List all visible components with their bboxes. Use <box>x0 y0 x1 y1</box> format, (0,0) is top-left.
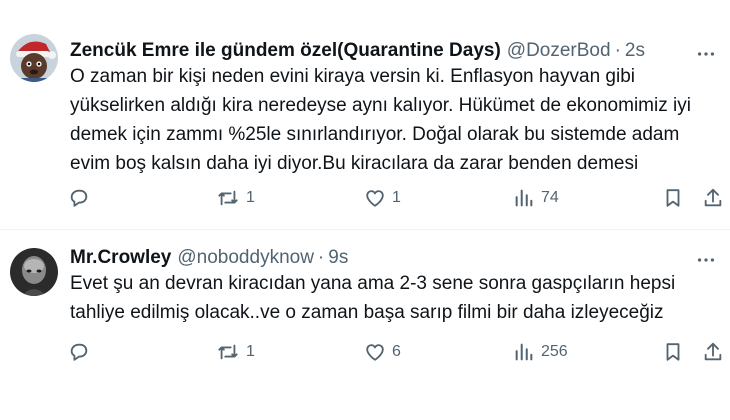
tweet-text: Evet şu an devran kiracıdan yana ama 2-3… <box>70 269 706 327</box>
author-name[interactable]: Zencük Emre ile gündem özel(Quarantine D… <box>70 39 501 63</box>
timestamp[interactable]: 2s <box>625 39 645 63</box>
tweet-header: Zencük Emre ile gündem özel(Quarantine D… <box>70 39 670 63</box>
like-button[interactable]: 6 <box>364 338 401 366</box>
reply-button[interactable] <box>68 184 90 212</box>
retweet-count: 1 <box>246 343 255 360</box>
retweet-icon <box>218 190 238 206</box>
tweet-text-line: evim boş kalsın daha iyi diyor.Bu kiracı… <box>70 153 639 174</box>
tweet-text-line: yükselirken aldığı kira neredeyse aynı k… <box>70 95 691 116</box>
tweet-feed: Zencük Emre ile gündem özel(Quarantine D… <box>0 0 730 420</box>
heart-icon <box>366 190 384 207</box>
retweet-count: 1 <box>246 189 255 206</box>
share-button[interactable] <box>702 338 724 366</box>
tweet-text-line: tahliye edilmiş olacak..ve o zaman başa … <box>70 302 664 323</box>
action-bar: 1 1 74 <box>0 184 730 212</box>
retweet-button[interactable]: 1 <box>216 338 255 366</box>
author-handle[interactable]: @DozerBod <box>507 39 611 63</box>
tweet-header: Mr.Crowley @noboddyknow · 9s <box>70 246 670 270</box>
views-button[interactable]: 256 <box>513 338 568 366</box>
bookmark-icon <box>666 189 680 207</box>
tweet-text-line: O zaman bir kişi neden evini kiraya vers… <box>70 66 635 87</box>
view-count: 256 <box>541 343 568 360</box>
reply-bubble-icon <box>70 343 88 361</box>
like-count: 6 <box>392 343 401 360</box>
avatar[interactable] <box>10 248 58 296</box>
tweet-text-line: demek için zammı %25le sınırlandırıyor. … <box>70 124 680 145</box>
tweet-text: O zaman bir kişi neden evini kiraya vers… <box>70 62 706 178</box>
share-button[interactable] <box>702 184 724 212</box>
separator: · <box>317 247 325 268</box>
heart-icon <box>366 344 384 361</box>
view-count: 74 <box>541 189 559 206</box>
author-handle[interactable]: @noboddyknow <box>177 246 314 270</box>
timestamp[interactable]: 9s <box>328 246 348 270</box>
avatar[interactable] <box>10 34 58 82</box>
views-bars-icon <box>515 189 533 207</box>
action-bar: 1 6 256 <box>0 338 730 366</box>
bookmark-button[interactable] <box>662 184 684 212</box>
share-icon <box>704 188 722 207</box>
bookmark-icon <box>666 343 680 361</box>
reply-button[interactable] <box>68 338 90 366</box>
tweet-text-line: Evet şu an devran kiracıdan yana ama 2-3… <box>70 273 676 294</box>
retweet-button[interactable]: 1 <box>216 184 255 212</box>
like-button[interactable]: 1 <box>364 184 401 212</box>
bookmark-button[interactable] <box>662 338 684 366</box>
views-button[interactable]: 74 <box>513 184 559 212</box>
separator: · <box>614 40 621 61</box>
share-icon <box>704 342 722 361</box>
reply-bubble-icon <box>70 189 88 207</box>
retweet-icon <box>218 344 238 360</box>
author-name[interactable]: Mr.Crowley <box>70 246 171 270</box>
like-count: 1 <box>392 189 401 206</box>
tweet[interactable]: Mr.Crowley @noboddyknow · 9s Evet şu an … <box>0 230 730 420</box>
views-bars-icon <box>515 343 533 361</box>
tweet[interactable]: Zencük Emre ile gündem özel(Quarantine D… <box>0 0 730 230</box>
